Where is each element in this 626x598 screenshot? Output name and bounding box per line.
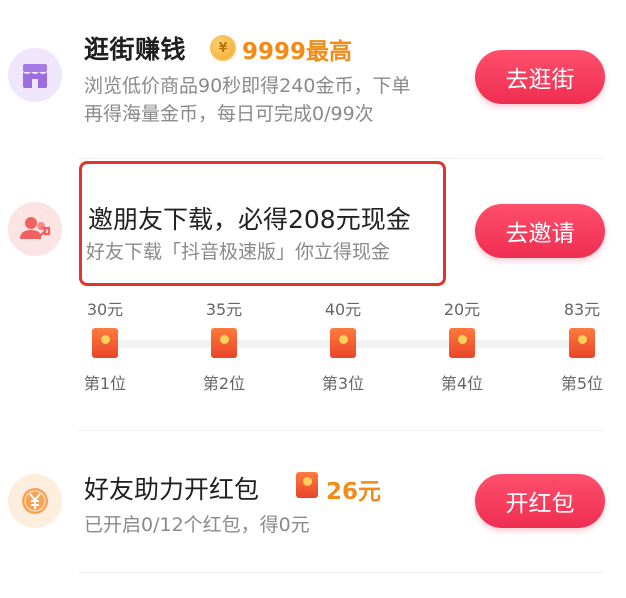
task-reward-red-packet: 26元	[326, 479, 382, 505]
milestone-rank: 第1位	[83, 374, 127, 393]
red-envelope-icon	[92, 328, 118, 358]
task-desc-invite: 好友下载「抖音极速版」你立得现金	[86, 241, 391, 263]
red-envelope-icon	[211, 328, 237, 358]
divider	[78, 158, 604, 159]
task-desc-red-packet: 已开启0/12个红包，得0元	[84, 514, 310, 536]
divider	[78, 572, 604, 573]
users-icon	[20, 217, 51, 239]
users-icon-circle	[8, 202, 62, 256]
milestone-rank: 第4位	[440, 374, 484, 393]
yuan-coin-icon-circle	[8, 474, 62, 528]
open-red-packet-button[interactable]: 开红包	[475, 474, 605, 528]
red-envelope-icon	[569, 328, 595, 358]
task-title-red-packet: 好友助力开红包	[84, 475, 260, 504]
milestone-rank: 第2位	[202, 374, 246, 393]
milestone-amount: 30元	[86, 300, 124, 319]
divider	[78, 430, 604, 431]
task-reward-shopping: 9999最高	[242, 39, 353, 65]
red-envelope-icon	[296, 472, 318, 498]
coin-icon: ¥	[210, 35, 236, 61]
task-title-shopping: 逛街赚钱	[84, 35, 187, 64]
task-title-invite: 邀朋友下载，必得208元现金	[88, 205, 411, 234]
yuan-coin-icon	[22, 488, 48, 514]
milestone-amount: 83元	[563, 300, 601, 319]
milestone-rank: 第5位	[560, 374, 604, 393]
store-icon-circle	[8, 48, 62, 102]
red-envelope-icon	[449, 328, 475, 358]
milestone-amount: 35元	[205, 300, 243, 319]
go-invite-button[interactable]: 去邀请	[475, 204, 605, 258]
milestone-rank: 第3位	[321, 374, 365, 393]
red-envelope-icon	[330, 328, 356, 358]
store-icon	[23, 64, 47, 88]
milestone-amount: 20元	[443, 300, 481, 319]
go-shopping-button[interactable]: 去逛街	[475, 50, 605, 104]
task-desc-shopping-line2: 再得海量金币，每日可完成0/99次	[84, 103, 374, 125]
milestone-amount: 40元	[324, 300, 362, 319]
task-desc-shopping-line1: 浏览低价商品90秒即得240金币，下单	[84, 75, 411, 97]
